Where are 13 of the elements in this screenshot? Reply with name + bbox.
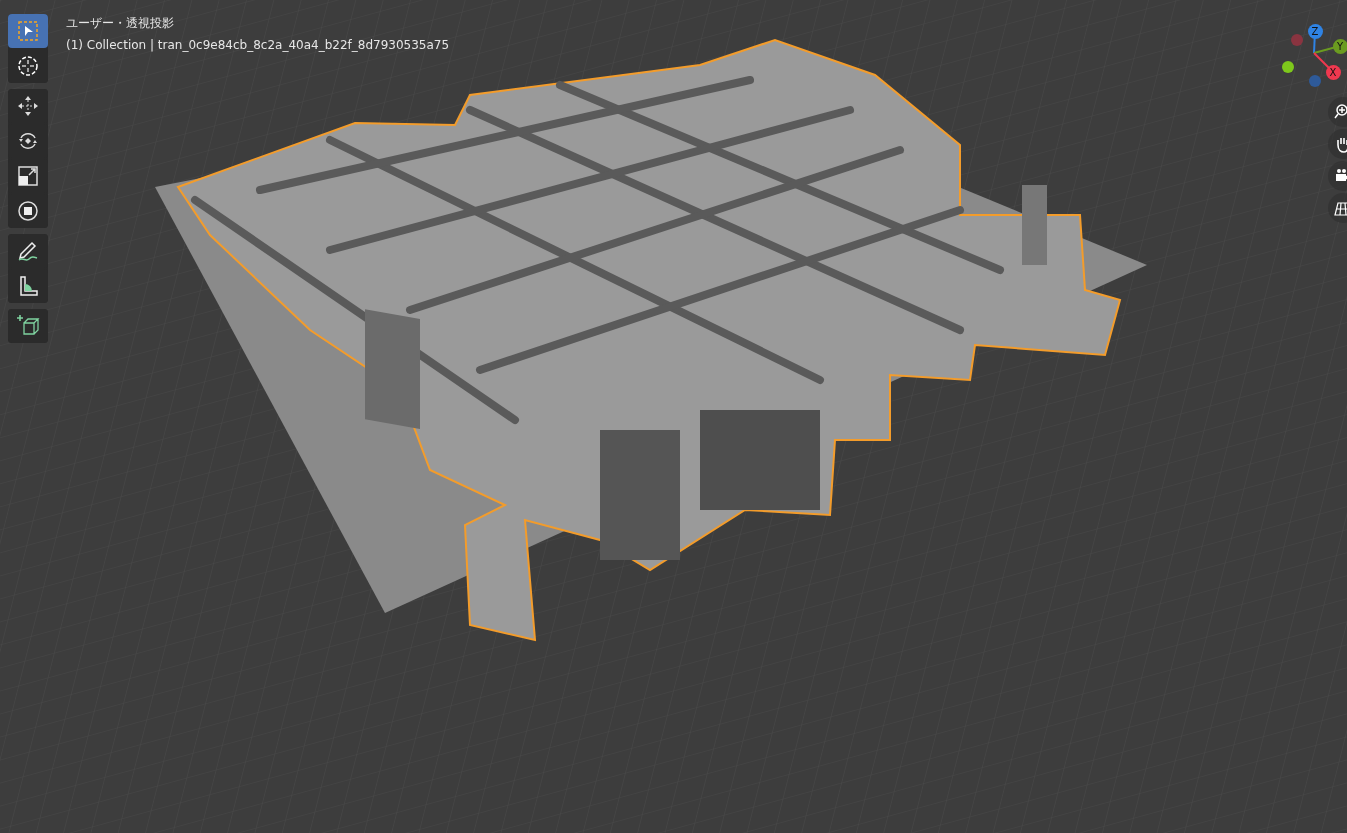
grid-icon xyxy=(1334,199,1347,217)
object-info: (1) Collection | tran_0c9e84cb_8c2a_40a4_b22f_8d7930535a75 xyxy=(66,37,450,54)
tool-button[interactable] xyxy=(8,309,48,343)
select-box-icon xyxy=(16,19,40,43)
scale-icon xyxy=(16,164,40,188)
transform-icon xyxy=(16,199,40,223)
add-cube-icon xyxy=(16,314,40,338)
cursor-icon xyxy=(16,54,40,78)
zoom-icon xyxy=(1334,103,1347,121)
pencil-icon xyxy=(16,239,40,263)
hand-icon xyxy=(1334,135,1347,153)
move-arrows-icon xyxy=(16,94,40,118)
view-name: ユーザー・透視投影 xyxy=(66,15,175,32)
